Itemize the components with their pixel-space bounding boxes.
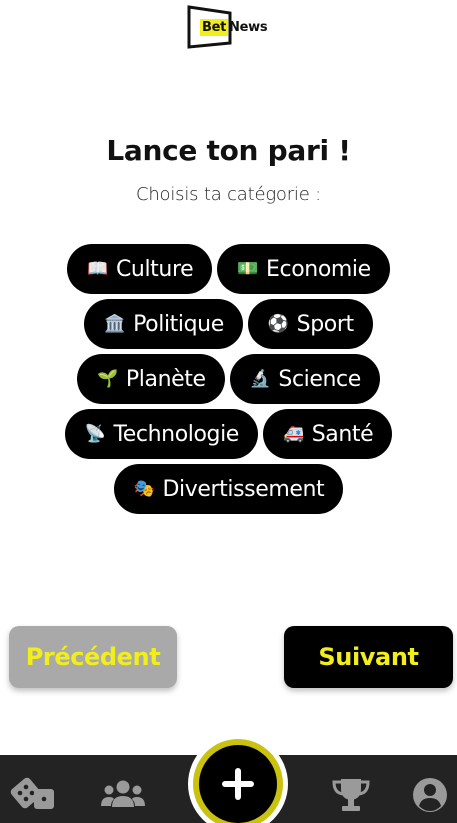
logo-bet-text: Bet bbox=[200, 19, 229, 36]
category-label: Divertissement bbox=[162, 476, 325, 502]
category-chip-planete[interactable]: 🌱 Planète bbox=[77, 354, 225, 404]
category-label: Culture bbox=[115, 256, 194, 282]
category-label: Sport bbox=[296, 311, 354, 337]
banknote-icon: 💵 bbox=[237, 259, 259, 279]
betnews-logo: Bet News bbox=[187, 5, 277, 49]
category-chip-sante[interactable]: 🚑 Santé bbox=[262, 409, 393, 459]
category-chip-technologie[interactable]: 📡 Technologie bbox=[64, 409, 258, 459]
users-icon[interactable] bbox=[100, 775, 146, 815]
logo-news-text: News bbox=[229, 20, 268, 35]
category-label: Planète bbox=[125, 366, 206, 392]
page-subtitle: Choisis ta catégorie : bbox=[135, 184, 321, 205]
fab-core bbox=[199, 745, 277, 823]
ambulance-icon: 🚑 bbox=[282, 424, 304, 444]
previous-button[interactable]: Précédent bbox=[9, 626, 177, 688]
category-chip-economie[interactable]: 💵 Economie bbox=[217, 244, 390, 294]
dice-icon[interactable] bbox=[10, 775, 56, 815]
page-title: Lance ton pari ! bbox=[106, 134, 351, 167]
microscope-icon: 🔬 bbox=[249, 369, 271, 389]
next-button[interactable]: Suivant bbox=[284, 626, 453, 688]
category-chip-science[interactable]: 🔬 Science bbox=[229, 354, 380, 404]
classical-building-icon: 🏛️ bbox=[104, 314, 126, 334]
category-chip-culture[interactable]: 📖 Culture bbox=[67, 244, 213, 294]
user-circle-icon[interactable] bbox=[410, 775, 450, 815]
app-screen: Bet News Lance ton pari ! Choisis ta cat… bbox=[0, 0, 457, 823]
create-bet-button[interactable] bbox=[188, 734, 288, 823]
category-chip-sport[interactable]: ⚽ Sport bbox=[247, 299, 373, 349]
category-label: Santé bbox=[311, 421, 374, 447]
category-chip-divertissement[interactable]: 🎭 Divertissement bbox=[113, 464, 344, 514]
fab-ring bbox=[193, 739, 283, 823]
category-label: Economie bbox=[266, 256, 371, 282]
category-list: 📖 Culture 💵 Economie 🏛️ Politique ⚽ Spor… bbox=[40, 244, 417, 514]
category-chip-politique[interactable]: 🏛️ Politique bbox=[84, 299, 243, 349]
plus-icon bbox=[222, 768, 254, 800]
category-label: Politique bbox=[133, 311, 224, 337]
trophy-icon[interactable] bbox=[328, 775, 374, 815]
theater-masks-icon: 🎭 bbox=[133, 479, 155, 499]
seedling-icon: 🌱 bbox=[97, 369, 118, 389]
soccer-ball-icon: ⚽ bbox=[267, 314, 289, 334]
open-book-icon: 📖 bbox=[87, 259, 108, 279]
category-label: Technologie bbox=[113, 421, 239, 447]
satellite-dish-icon: 📡 bbox=[84, 424, 106, 444]
category-label: Science bbox=[278, 366, 361, 392]
